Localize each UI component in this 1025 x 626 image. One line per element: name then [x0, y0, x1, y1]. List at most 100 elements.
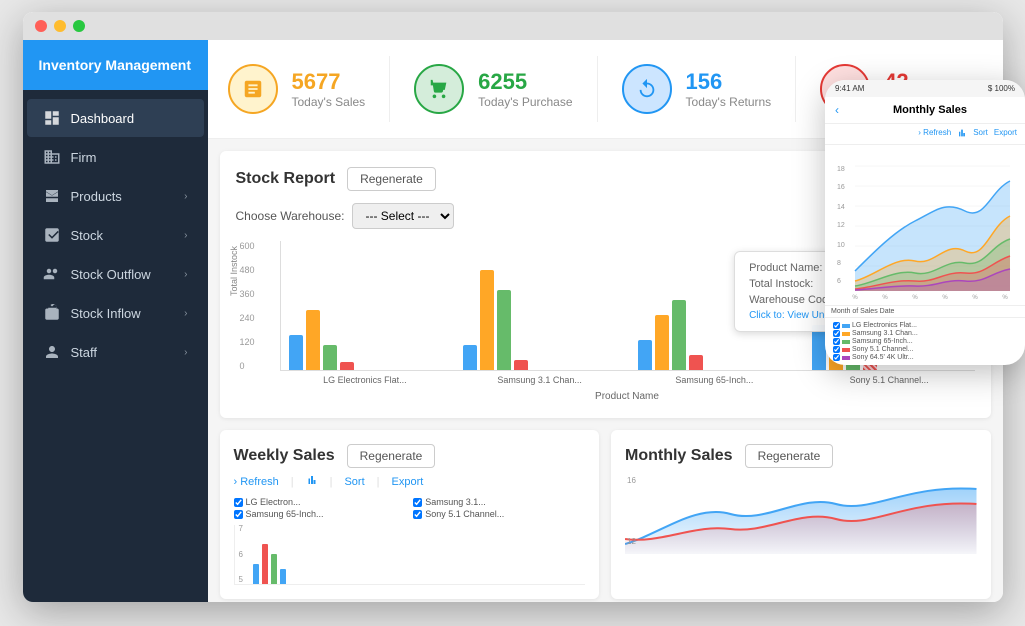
mob-legend-check-2[interactable]: [833, 330, 840, 337]
chevron-right-icon-5: ›: [184, 347, 187, 358]
mobile-sort[interactable]: Sort: [973, 128, 988, 140]
svg-text:12: 12: [837, 222, 845, 229]
warehouse-dropdown[interactable]: --- Select ---: [352, 203, 454, 229]
monthly-regenerate[interactable]: Regenerate: [745, 444, 834, 468]
sidebar-item-stock-outflow[interactable]: Stock Outflow ›: [27, 255, 204, 293]
purchase-label: Today's Purchase: [478, 95, 572, 109]
bar-group-samsung31: [463, 270, 618, 370]
weekly-bar-icon[interactable]: [306, 474, 318, 489]
outflow-icon: [43, 265, 61, 283]
staff-icon: [43, 343, 61, 361]
sidebar: Inventory Management Dashboard Firm: [23, 40, 208, 602]
wb1: [253, 564, 259, 584]
sidebar-item-stock[interactable]: Stock ›: [27, 216, 204, 254]
mobile-refresh[interactable]: › Refresh: [918, 128, 951, 140]
stock-report-regenerate[interactable]: Regenerate: [347, 167, 436, 191]
bar-group-lg: [289, 310, 444, 370]
title-bar: [23, 12, 1003, 40]
svg-text:18: 18: [837, 166, 845, 173]
x-label-sony: Sony 5.1 Channel...: [812, 375, 967, 385]
mob-legend-sony51: Sony 5.1 Channel...: [852, 346, 914, 353]
weekly-y: 765: [239, 524, 247, 584]
sales-icon: [228, 64, 278, 114]
svg-text:%: %: [912, 295, 918, 301]
legend-check-4[interactable]: [413, 510, 422, 519]
sidebar-item-stock-label: Stock: [71, 228, 104, 243]
legend-check-1[interactable]: [234, 498, 243, 507]
weekly-toolbar: › Refresh | | Sort | Export: [234, 474, 586, 489]
sidebar-item-outflow-label: Stock Outflow: [71, 267, 151, 282]
bar-lg-red: [340, 362, 354, 370]
bar-s31-red: [514, 360, 528, 370]
mobile-bar-chart-icon[interactable]: [957, 128, 967, 140]
mob-legend-check-3[interactable]: [833, 338, 840, 345]
mobile-chart-area: 18 16 14 12 10 8 6: [825, 145, 1003, 305]
monthly-chart: 1612: [625, 474, 977, 554]
chevron-right-icon-4: ›: [184, 308, 187, 319]
monthly-sales-section: Monthly Sales Regenerate: [611, 430, 991, 599]
weekly-bars: [253, 544, 581, 584]
returns-icon: [622, 64, 672, 114]
sidebar-item-dashboard[interactable]: Dashboard: [27, 99, 204, 137]
y-axis-title: Total Instock: [229, 246, 239, 296]
mobile-status-bar: 9:41 AM $ 100%: [825, 80, 1003, 97]
legend-check-2[interactable]: [413, 498, 422, 507]
monthly-sales-title: Monthly Sales: [625, 447, 733, 465]
bar-s31-orange: [480, 270, 494, 370]
mobile-back-button[interactable]: ‹: [835, 103, 839, 117]
maximize-button[interactable]: [73, 20, 85, 32]
svg-text:8: 8: [837, 260, 841, 267]
svg-text:16: 16: [837, 184, 845, 191]
weekly-sales-title: Weekly Sales: [234, 447, 335, 465]
warehouse-label: Choose Warehouse:: [236, 209, 345, 223]
sidebar-item-stock-inflow[interactable]: Stock Inflow ›: [27, 294, 204, 332]
sidebar-item-products[interactable]: Products ›: [27, 177, 204, 215]
legend-check-3[interactable]: [234, 510, 243, 519]
chevron-right-icon: ›: [184, 191, 187, 202]
y-axis-labels: 600 480 360 240 120 0: [240, 241, 255, 371]
stock-report-title: Stock Report: [236, 170, 336, 188]
weekly-regenerate[interactable]: Regenerate: [347, 444, 436, 468]
mob-legend-samsung31: Samsung 3.1 Chan...: [852, 330, 918, 337]
sidebar-item-firm[interactable]: Firm: [27, 138, 204, 176]
weekly-refresh[interactable]: › Refresh: [234, 476, 279, 488]
sidebar-title: Inventory Management: [23, 40, 208, 90]
stock-icon: [43, 226, 61, 244]
sidebar-item-staff[interactable]: Staff ›: [27, 333, 204, 371]
svg-text:10: 10: [837, 242, 845, 249]
inflow-icon: [43, 304, 61, 322]
mobile-header: ‹ Monthly Sales: [825, 97, 1003, 124]
mobile-overlay: 9:41 AM $ 100% ‹ Monthly Sales › Refresh…: [825, 80, 1003, 365]
tooltip-instock-key: Total Instock:: [749, 278, 813, 290]
monthly-y-axis: 1612: [627, 476, 636, 546]
bar-s31-blue: [463, 345, 477, 370]
legend-lg: LG Electron...: [246, 497, 301, 507]
mob-legend-check-5[interactable]: [833, 354, 840, 361]
weekly-sort[interactable]: Sort: [344, 476, 364, 488]
svg-text:%: %: [882, 295, 888, 301]
sales-label: Today's Sales: [292, 95, 366, 109]
weekly-sales-section: Weekly Sales Regenerate › Refresh | | So…: [220, 430, 600, 599]
bar-s65-green: [672, 300, 686, 370]
svg-text:%: %: [972, 295, 978, 301]
bar-lg-blue: [289, 335, 303, 370]
stat-today-purchase: 6255 Today's Purchase: [414, 56, 597, 122]
sidebar-item-products-label: Products: [71, 189, 122, 204]
minimize-button[interactable]: [54, 20, 66, 32]
bar-s65-red: [689, 355, 703, 370]
mobile-time: 9:41 AM: [835, 84, 864, 93]
mobile-export[interactable]: Export: [994, 128, 1003, 140]
purchase-icon: [414, 64, 464, 114]
weekly-export[interactable]: Export: [392, 476, 424, 488]
chevron-right-icon-2: ›: [184, 230, 187, 241]
bar-s31-green: [497, 290, 511, 370]
bottom-row: Weekly Sales Regenerate › Refresh | | So…: [220, 430, 991, 599]
bar-s65-blue: [638, 340, 652, 370]
purchase-value: 6255: [478, 69, 572, 95]
mob-legend-check-4[interactable]: [833, 346, 840, 353]
mob-legend-check-1[interactable]: [833, 322, 840, 329]
close-button[interactable]: [35, 20, 47, 32]
legend-sony: Sony 5.1 Channel...: [425, 509, 504, 519]
x-label-lg: LG Electronics Flat...: [288, 375, 443, 385]
bar-lg-green: [323, 345, 337, 370]
